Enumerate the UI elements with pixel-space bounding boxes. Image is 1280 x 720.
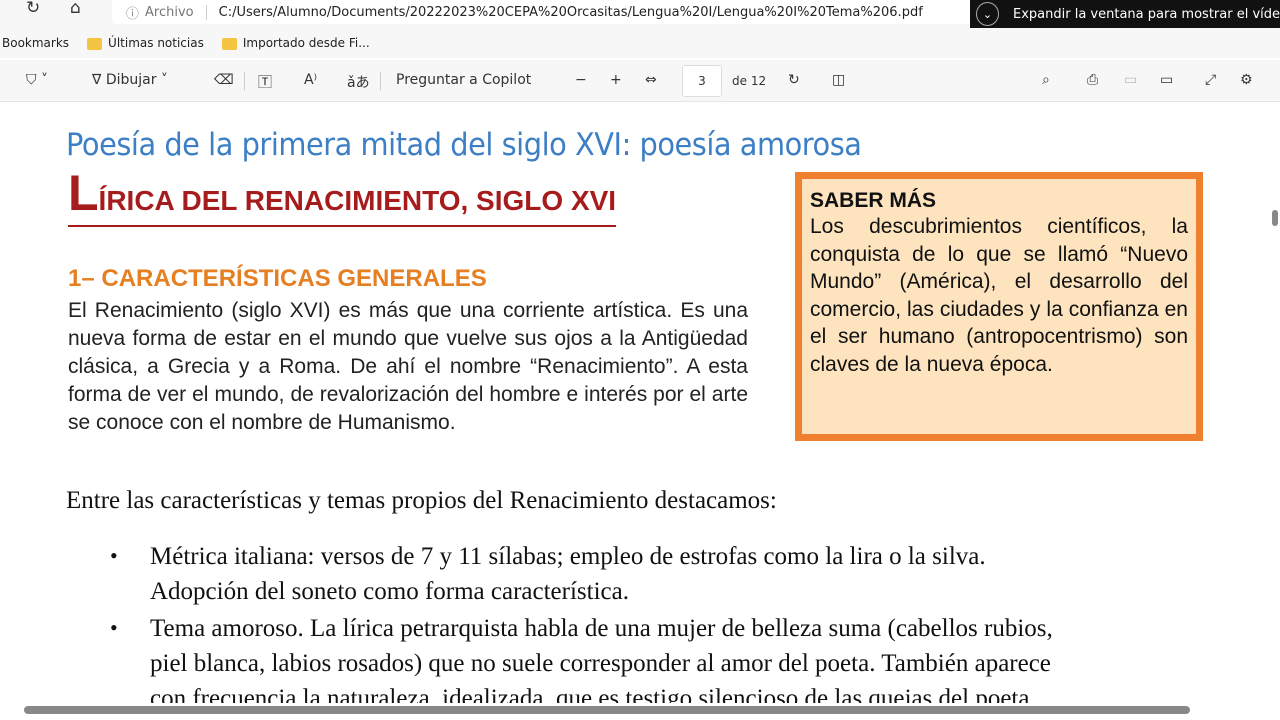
folder-icon: [87, 37, 103, 50]
highlight-icon[interactable]: ⛉ ˅: [26, 72, 48, 88]
address-bar[interactable]: ⓘ Archivo C:/Users/Alumno/Documents/2022…: [112, 0, 972, 24]
print-icon[interactable]: ⎙: [1087, 72, 1098, 88]
rotate-icon[interactable]: ↻: [788, 72, 800, 88]
fullscreen-icon[interactable]: ⤢: [1205, 72, 1216, 88]
horizontal-scrollbar[interactable]: [24, 706, 1190, 714]
box-body: Los descubrimientos científicos, la conq…: [810, 215, 1188, 376]
bookmark-ultimas-noticias[interactable]: Últimas noticias: [77, 36, 204, 50]
subsection-heading: 1– CARACTERÍSTICAS GENERALES: [68, 265, 487, 292]
save-as-icon[interactable]: ▭: [1160, 72, 1173, 88]
pdf-toolbar: ⛉ ˅ ∇ Dibujar ˅ ⌫ 🅃 A⁾ ǎあ Preguntar a Co…: [0, 60, 1280, 102]
search-icon[interactable]: ⌕: [1042, 72, 1050, 88]
page-number-input[interactable]: 3: [682, 65, 722, 97]
bookmark-importado[interactable]: Importado desde Fi...: [212, 36, 370, 50]
draw-button[interactable]: ∇ Dibujar ˅: [92, 72, 168, 88]
intro-paragraph: El Renacimiento (siglo XVI) es más que u…: [68, 299, 748, 434]
bullet-2-line-2: piel blanca, labios rosados) que no suel…: [150, 650, 1051, 677]
zoom-out-icon[interactable]: −: [575, 72, 587, 88]
pdf-page: Poesía de la primera mitad del siglo XVI…: [0, 103, 1268, 703]
zoom-in-icon[interactable]: +: [610, 72, 622, 88]
refresh-icon[interactable]: ↻: [26, 0, 40, 18]
bullet-2-line-1: Tema amoroso. La lírica petrarquista hab…: [150, 615, 1053, 642]
pip-text: Expandir la ventana para mostrar el víde: [1013, 6, 1280, 22]
folder-icon: [221, 37, 237, 50]
box-title: SABER MÁS: [810, 189, 937, 212]
page-title: Poesía de la primera mitad del siglo XVI…: [66, 127, 862, 163]
copilot-button[interactable]: Preguntar a Copilot: [396, 72, 531, 88]
bookmarks-bar: Bookmarks Últimas noticias Importado des…: [0, 28, 1280, 58]
bookmarks-label[interactable]: Bookmarks: [2, 36, 69, 50]
bullet-icon: •: [110, 543, 118, 568]
bullet-2-line-3: con frecuencia la naturaleza, idealizada…: [150, 685, 1036, 703]
browser-top-bar: ↻ ⌂ ⓘ Archivo C:/Users/Alumno/Documents/…: [0, 0, 1280, 28]
home-icon[interactable]: ⌂: [70, 0, 81, 18]
info-icon: ⓘ: [126, 6, 140, 22]
bullet-1-line-2: Adopción del soneto como forma caracterí…: [150, 578, 629, 605]
text-box-icon[interactable]: 🅃: [258, 72, 272, 92]
saber-mas-box: SABER MÁS Los descubrimientos científico…: [795, 172, 1203, 441]
page-view-icon[interactable]: ◫: [832, 72, 845, 88]
bullet-1-line-1: Métrica italiana: versos de 7 y 11 sílab…: [150, 543, 986, 570]
address-label: Archivo: [145, 4, 207, 20]
url-text: C:/Users/Alumno/Documents/20222023%20CEP…: [218, 4, 923, 20]
translate-icon[interactable]: ǎあ: [347, 72, 370, 92]
pip-banner[interactable]: ⌄ Expandir la ventana para mostrar el ví…: [970, 0, 1280, 28]
read-aloud-icon[interactable]: A⁾: [304, 72, 317, 88]
features-intro: Entre las características y temas propio…: [66, 487, 777, 514]
chevron-down-icon[interactable]: ⌄: [976, 2, 1000, 26]
vertical-scrollbar[interactable]: [1272, 210, 1278, 226]
bullet-icon: •: [110, 615, 118, 640]
section-heading: LÍRICA DEL RENACIMIENTO, SIGLO XVI: [68, 168, 617, 227]
gear-icon[interactable]: ⚙: [1240, 72, 1253, 88]
fit-width-icon[interactable]: ⇔: [645, 72, 657, 88]
page-count: de 12: [732, 74, 767, 88]
save-icon[interactable]: ▭: [1124, 72, 1137, 88]
eraser-icon[interactable]: ⌫: [214, 72, 234, 88]
